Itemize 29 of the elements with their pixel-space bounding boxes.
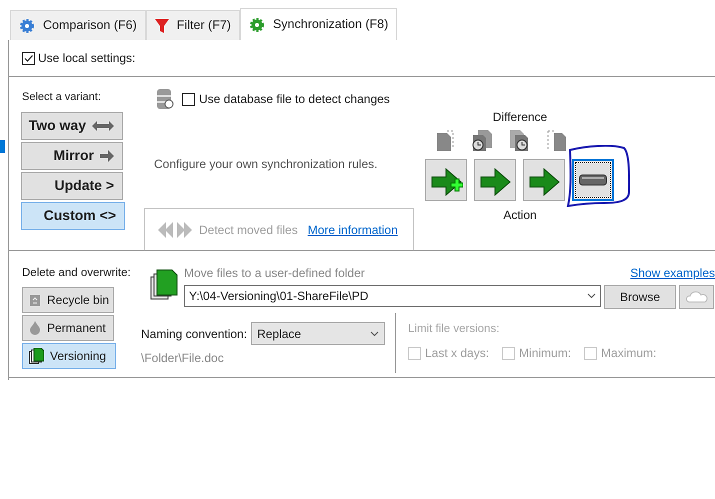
description-text: Configure your own synchronization rules.: [154, 157, 378, 171]
folder-combobox[interactable]: Y:\04-Versioning\01-ShareFile\PD: [184, 285, 601, 307]
variant-button[interactable]: Mirror: [21, 142, 123, 170]
checkbox-label: Maximum:: [601, 345, 656, 362]
section-label: Select a variant:: [21, 90, 102, 105]
show-examples-link[interactable]: Show examples: [630, 264, 715, 282]
checkbox-label: Use local settings:: [38, 50, 136, 67]
deletion-button[interactable]: Versioning: [22, 343, 116, 370]
tab[interactable]: Filter (F7): [146, 10, 240, 40]
deletion-button[interactable]: Permanent: [22, 315, 114, 342]
tab[interactable]: Comparison (F6): [10, 10, 146, 40]
variant-button[interactable]: Two way: [21, 112, 123, 140]
browse-button[interactable]: Browse: [604, 285, 676, 309]
difference-label: Difference: [492, 109, 548, 126]
checkbox-label: Minimum:: [519, 345, 572, 362]
naming-dropdown[interactable]: Replace: [251, 322, 386, 345]
action-label: Action: [502, 207, 538, 224]
detect-label: Detect moved files: [199, 222, 298, 238]
variant-button[interactable]: Custom <>: [21, 202, 125, 230]
checkbox-label: Use database file to detect changes: [199, 91, 390, 108]
field-label: Naming convention:: [141, 326, 248, 342]
checkbox-label: Last x days:: [425, 345, 490, 362]
limit-label: Limit file versions:: [408, 322, 500, 337]
variant-button[interactable]: Update >: [21, 172, 123, 200]
deletion-button[interactable]: Recycle bin: [22, 287, 114, 314]
folder-caption: Move files to a user-defined folder: [184, 265, 365, 282]
tab[interactable]: Synchronization (F8): [240, 8, 398, 40]
example-path: \Folder\File.doc: [141, 350, 225, 367]
section-label: Delete and overwrite:: [22, 266, 132, 281]
